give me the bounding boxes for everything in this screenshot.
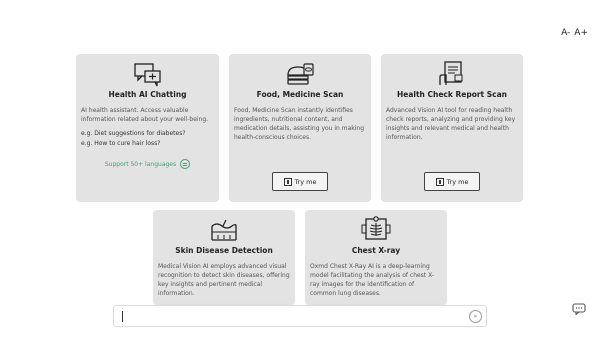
card-chest-xray[interactable]: Chest X-ray Oxmd Chest X-Ray AI is a dee… (305, 210, 447, 305)
translate-icon (180, 159, 191, 169)
support-languages-link[interactable]: Support 50+ languages (81, 159, 214, 169)
card-food-medicine-scan[interactable]: Food, Medicine Scan Food, Medicine Scan … (229, 54, 371, 202)
send-icon: » (473, 313, 478, 320)
card-title: Skin Disease Detection (175, 246, 273, 255)
card-description: Advanced Vision AI tool for reading heal… (386, 107, 516, 141)
skin-layers-icon (211, 219, 237, 241)
card-description: Medical Vision AI employs advanced visua… (158, 263, 290, 297)
font-decrease-button[interactable]: A- (561, 28, 570, 38)
example-question[interactable]: e.g. How to cure hair loss? (81, 140, 214, 147)
try-me-button[interactable]: Try me (272, 172, 328, 191)
card-description: Food, Medicine Scan instantly identifies… (234, 107, 365, 141)
font-size-controls: A- A+ (561, 28, 588, 38)
chat-input[interactable] (120, 309, 450, 329)
food-medicine-icon (287, 63, 314, 85)
feedback-chat-icon[interactable] (572, 303, 586, 315)
try-me-button[interactable]: Try me (424, 172, 480, 191)
scan-icon (435, 177, 444, 186)
card-description: Oxmd Chest X-Ray AI is a deep-learning m… (310, 263, 435, 297)
chat-input-bar: » (113, 305, 487, 329)
scan-icon (283, 177, 292, 186)
font-increase-button[interactable]: A+ (574, 28, 588, 38)
chest-xray-icon (361, 216, 391, 240)
card-description: AI health assistant. Access valuable inf… (81, 107, 209, 123)
card-title: Chest X-ray (351, 246, 401, 255)
text-caret (122, 311, 123, 322)
card-title: Food, Medicine Scan (256, 90, 344, 99)
try-me-label: Try me (446, 177, 469, 186)
chat-bubbles-icon (133, 63, 161, 87)
card-title: Health AI Chatting (108, 90, 187, 99)
card-health-check-report-scan[interactable]: Health Check Report Scan Advanced Vision… (381, 54, 523, 202)
card-title: Health Check Report Scan (396, 90, 508, 99)
example-question[interactable]: e.g. Diet suggestions for diabetes? (81, 130, 214, 137)
try-me-label: Try me (294, 177, 317, 186)
send-button[interactable]: » (469, 310, 482, 323)
report-scan-icon (439, 61, 463, 85)
card-skin-disease-detection[interactable]: Skin Disease Detection Medical Vision AI… (153, 210, 295, 305)
support-languages-label: Support 50+ languages (104, 160, 177, 168)
card-health-ai-chatting[interactable]: Health AI Chatting AI health assistant. … (76, 54, 219, 202)
